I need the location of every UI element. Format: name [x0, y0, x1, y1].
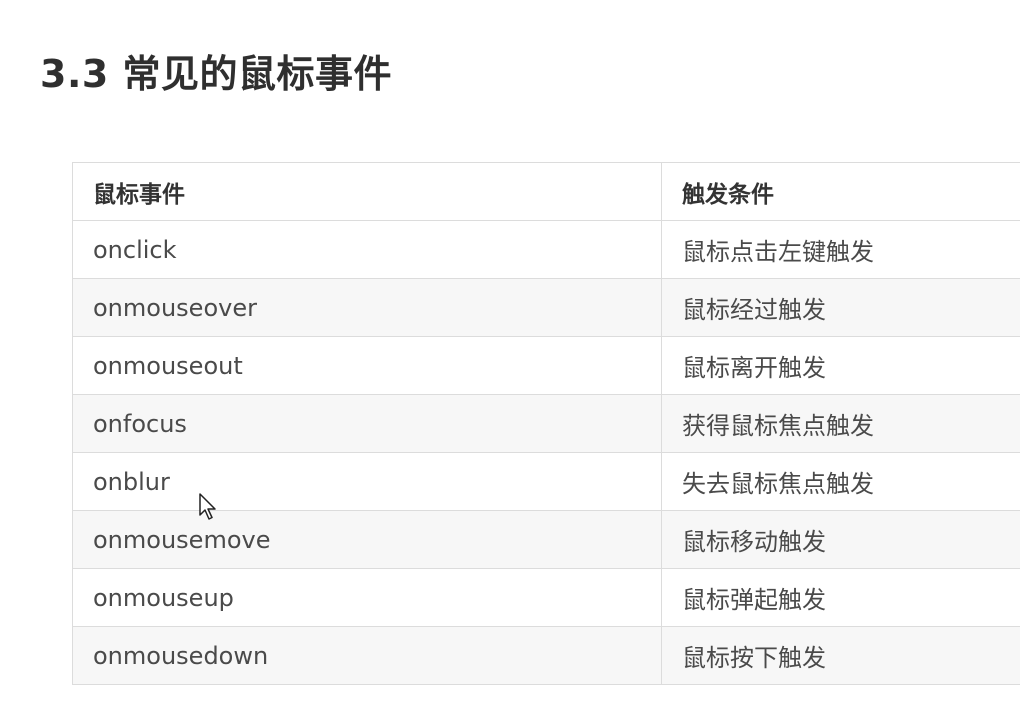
condition-cell: 鼠标点击左键触发: [661, 220, 1020, 279]
table-row: onmouseover 鼠标经过触发: [72, 278, 1020, 337]
event-cell: onclick: [72, 220, 662, 279]
table-row: onfocus 获得鼠标焦点触发: [72, 394, 1020, 453]
condition-cell: 鼠标移动触发: [661, 510, 1020, 569]
event-cell: onfocus: [72, 394, 662, 453]
condition-cell: 鼠标按下触发: [661, 626, 1020, 685]
condition-cell: 鼠标经过触发: [661, 278, 1020, 337]
event-cell: onmouseover: [72, 278, 662, 337]
table-row: onmouseup 鼠标弹起触发: [72, 568, 1020, 627]
table-row: onmousedown 鼠标按下触发: [72, 626, 1020, 685]
event-cell: onblur: [72, 452, 662, 511]
table-row: onblur 失去鼠标焦点触发: [72, 452, 1020, 511]
condition-cell: 失去鼠标焦点触发: [661, 452, 1020, 511]
condition-cell: 获得鼠标焦点触发: [661, 394, 1020, 453]
event-cell: onmousedown: [72, 626, 662, 685]
mouse-events-table-container: 鼠标事件 触发条件 onclick 鼠标点击左键触发 onmouseover 鼠…: [72, 162, 1020, 696]
condition-cell: 鼠标离开触发: [661, 336, 1020, 395]
table-header-row: 鼠标事件 触发条件: [72, 162, 1020, 221]
event-cell: onmouseout: [72, 336, 662, 395]
column-header-event: 鼠标事件: [72, 162, 662, 221]
page-title: 3.3 常见的鼠标事件: [40, 52, 393, 96]
event-cell: onmousemove: [72, 510, 662, 569]
table-row: onmouseout 鼠标离开触发: [72, 336, 1020, 395]
table-row: onmousemove 鼠标移动触发: [72, 510, 1020, 569]
event-cell: onmouseup: [72, 568, 662, 627]
mouse-events-table: 鼠标事件 触发条件 onclick 鼠标点击左键触发 onmouseover 鼠…: [72, 162, 1020, 685]
condition-cell: 鼠标弹起触发: [661, 568, 1020, 627]
column-header-condition: 触发条件: [661, 162, 1020, 221]
table-row: onclick 鼠标点击左键触发: [72, 220, 1020, 279]
